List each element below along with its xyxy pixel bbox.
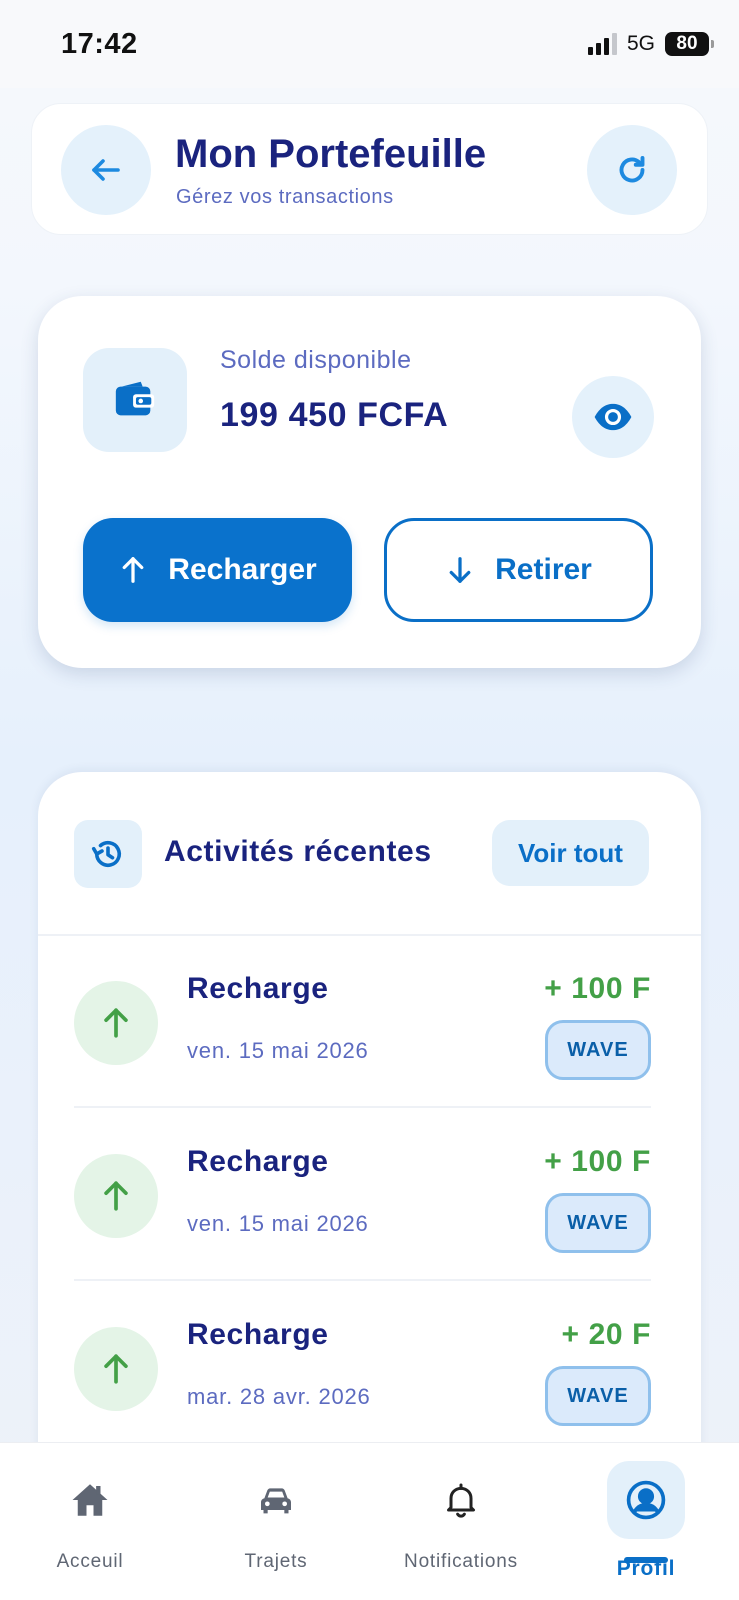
battery-icon: 80 [665, 32, 714, 56]
arrow-up-icon [104, 1354, 128, 1384]
transaction-date: ven. 15 mai 2026 [187, 1211, 369, 1236]
bell-icon [422, 1461, 500, 1539]
tab-notifications-label: Notifications [404, 1551, 518, 1572]
see-all-button[interactable]: Voir tout [492, 820, 649, 886]
recent-activities-card: Activités récentes Voir tout Recharge ve… [38, 772, 701, 1532]
battery-level: 80 [676, 33, 698, 54]
arrow-left-icon [92, 159, 120, 181]
status-indicators: 5G 80 [587, 32, 714, 56]
wallet-icon [115, 381, 155, 416]
arrow-up-icon [104, 1181, 128, 1211]
balance-label: Solde disponible [220, 346, 412, 374]
arrow-up-icon [122, 557, 144, 583]
toggle-balance-visibility-button[interactable] [572, 376, 654, 458]
transaction-row[interactable]: Recharge ven. 15 mai 2026 + 100 F WAVE [74, 1109, 651, 1281]
transaction-date: ven. 15 mai 2026 [187, 1038, 369, 1063]
recharge-label: Recharger [168, 553, 317, 586]
wallet-screen: 17:42 5G 80 Mon Portefeuille Gérez vos t… [0, 0, 739, 1600]
history-icon [91, 840, 122, 867]
transaction-title: Recharge [187, 1318, 329, 1351]
credit-icon-circle [74, 981, 158, 1065]
transaction-row[interactable]: Recharge ven. 15 mai 2026 + 100 F WAVE [74, 936, 651, 1108]
transaction-amount: + 100 F [544, 972, 651, 1005]
refresh-icon [619, 156, 645, 183]
bottom-tab-bar: Acceuil Trajets Notifications Profil [0, 1442, 739, 1600]
tab-trips-label: Trajets [244, 1551, 308, 1572]
withdraw-button[interactable]: Retirer [384, 518, 653, 622]
transaction-row[interactable]: Recharge mar. 28 avr. 2026 + 20 F WAVE [74, 1282, 651, 1454]
tab-home-label: Acceuil [56, 1551, 124, 1572]
withdraw-label: Retirer [495, 553, 592, 586]
row-divider [74, 1106, 651, 1108]
credit-icon-circle [74, 1154, 158, 1238]
status-bar: 17:42 5G 80 [0, 0, 739, 88]
tab-profile[interactable]: Profil [556, 1443, 736, 1600]
balance-card: Solde disponible 199 450 FCFA Recharger … [38, 296, 701, 668]
activities-title: Activités récentes [164, 835, 432, 868]
payment-method-badge: WAVE [545, 1193, 651, 1253]
credit-icon-circle [74, 1327, 158, 1411]
active-tab-indicator [624, 1557, 668, 1563]
transaction-amount: + 100 F [544, 1145, 651, 1178]
profile-icon [607, 1461, 685, 1539]
transaction-amount: + 20 F [561, 1318, 651, 1351]
signal-icon [587, 33, 617, 55]
transaction-title: Recharge [187, 1145, 329, 1178]
payment-method-badge: WAVE [545, 1366, 651, 1426]
transaction-date: mar. 28 avr. 2026 [187, 1384, 371, 1409]
arrow-up-icon [104, 1008, 128, 1038]
home-icon [51, 1461, 129, 1539]
row-divider [74, 1279, 651, 1281]
header-card: Mon Portefeuille Gérez vos transactions [31, 103, 708, 235]
balance-amount: 199 450 FCFA [220, 396, 449, 434]
page-title: Mon Portefeuille [175, 132, 487, 176]
car-icon [237, 1461, 315, 1539]
tab-notifications[interactable]: Notifications [371, 1443, 551, 1600]
back-button[interactable] [61, 125, 151, 215]
page-subtitle: Gérez vos transactions [176, 186, 394, 208]
tab-trips[interactable]: Trajets [186, 1443, 366, 1600]
wallet-tile [83, 348, 187, 452]
network-type: 5G [626, 32, 655, 55]
tab-home[interactable]: Acceuil [0, 1443, 180, 1600]
eye-icon [594, 403, 632, 431]
arrow-down-icon [449, 557, 471, 583]
status-time: 17:42 [61, 28, 138, 60]
recharge-button[interactable]: Recharger [83, 518, 352, 622]
refresh-button[interactable] [587, 125, 677, 215]
history-tile [74, 820, 142, 888]
transaction-title: Recharge [187, 972, 329, 1005]
payment-method-badge: WAVE [545, 1020, 651, 1080]
